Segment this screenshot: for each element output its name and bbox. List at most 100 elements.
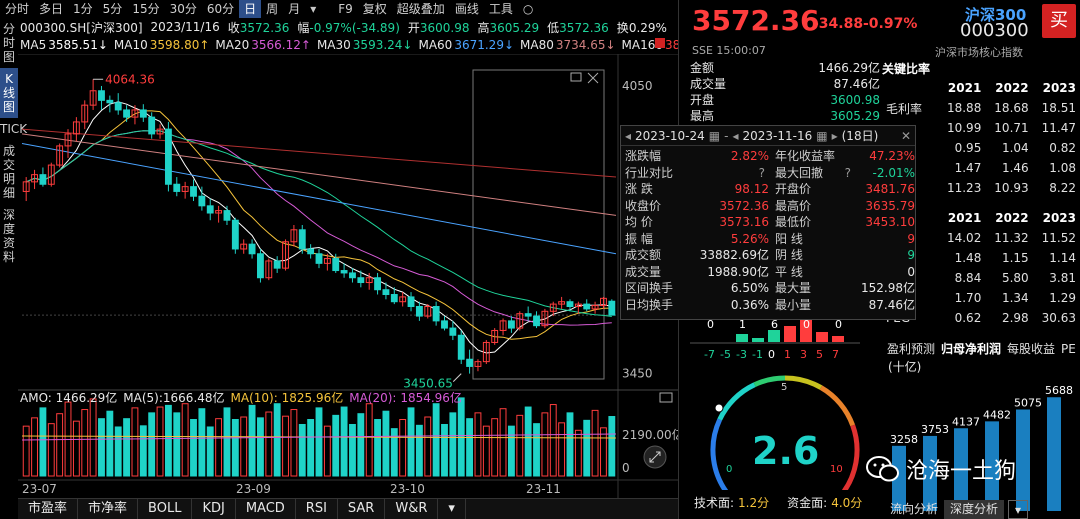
period-tab-8[interactable]: 周: [261, 0, 283, 18]
close-box-icon[interactable]: [587, 72, 599, 84]
buy-button[interactable]: 买: [1042, 4, 1076, 38]
range-stat: 区间换手 6.50%: [625, 280, 775, 297]
ratio-value: 0.95: [954, 141, 982, 155]
low-value: 3572.36: [559, 20, 609, 35]
period-tab-7[interactable]: 日: [239, 0, 262, 18]
candle-body: [307, 248, 315, 255]
help-icon[interactable]: ?: [759, 165, 765, 182]
view-tab-2[interactable]: TICK: [0, 118, 27, 140]
toolbar-action-3[interactable]: 画线: [450, 0, 484, 18]
candlestick-chart[interactable]: 4064.363450.65405034502190.00亿023-07 23-0…: [18, 54, 678, 500]
indicator-tab-0[interactable]: 市盈率: [18, 499, 79, 519]
period-tab-9[interactable]: 月: [283, 0, 305, 18]
stat-row: 最高 3605.29: [690, 108, 880, 124]
ratio-value: 11.32: [994, 231, 1029, 245]
volume-bar: [248, 404, 256, 477]
volume-bar: [81, 409, 89, 477]
indicator-tab-3[interactable]: KDJ: [192, 499, 236, 519]
last-price: 3572.36: [692, 4, 820, 37]
vol-ma5-value: 1666.48亿: [162, 391, 225, 405]
dist-label: 1: [784, 348, 791, 361]
volume-bar: [424, 416, 432, 477]
analysis-dropdown-icon[interactable]: ▾: [1008, 500, 1029, 519]
stat-value: 3605.29: [830, 109, 880, 123]
prev-arrow-icon-2[interactable]: ◂: [732, 126, 738, 146]
indicator-tab-2[interactable]: BOLL: [138, 499, 193, 519]
indicator-tab-7[interactable]: W&R: [385, 499, 439, 519]
volume-bar: [315, 407, 323, 477]
ratio-value: 30.63: [1041, 311, 1076, 325]
indicator-tab-6[interactable]: SAR: [338, 499, 386, 519]
candle-body: [357, 277, 365, 284]
candle-body: [382, 289, 390, 296]
calendar-icon[interactable]: ▦: [709, 126, 720, 146]
quote-stats: 金额 1466.29亿 成交量 87.46亿 开盘 3600.98 最高 3605.29: [690, 60, 880, 124]
period-tab-0[interactable]: 分时: [0, 0, 34, 18]
period-tab-5[interactable]: 30分: [165, 0, 202, 18]
indicator-tab-more-icon[interactable]: ▾: [438, 499, 466, 519]
indicator-circle-icon[interactable]: ○: [518, 0, 538, 18]
high-value: 3605.29: [489, 20, 540, 35]
range-stat-label: 最高价: [775, 198, 812, 213]
indicator-tab-4[interactable]: MACD: [236, 499, 296, 519]
earn-tab-3[interactable]: PE: [1058, 340, 1079, 358]
earn-tab-0[interactable]: 盈利预测: [884, 340, 938, 358]
volume-bar: [123, 418, 131, 477]
view-tab-4[interactable]: 深度资料: [0, 204, 18, 268]
vol-maximize-icon[interactable]: [659, 392, 673, 403]
period-tab-2[interactable]: 1分: [68, 0, 98, 18]
earn-tab-2[interactable]: 每股收益: [1004, 340, 1058, 358]
range-stat: 最大回撤? -2.01%: [775, 165, 921, 182]
range-stat-label: 开盘价: [775, 182, 812, 196]
calendar-icon-2[interactable]: ▦: [816, 126, 827, 146]
candle-body: [114, 102, 122, 111]
toolbar-action-1[interactable]: 复权: [358, 0, 392, 18]
ratio-year: 2021: [947, 81, 982, 95]
candle-body: [441, 320, 448, 329]
ratio-value: 10.93: [994, 181, 1029, 195]
range-stat-label: 收盘价: [625, 198, 662, 213]
indicator-tab-1[interactable]: 市净率: [78, 499, 139, 519]
toolbar-action-0[interactable]: F9: [333, 0, 358, 18]
next-arrow-icon[interactable]: ▸: [832, 126, 838, 146]
view-tab-1[interactable]: K线图: [0, 68, 18, 118]
gauge-arc-segment: [841, 424, 860, 490]
ma-value: 3566.12↑: [251, 38, 311, 52]
volume-bar: [340, 406, 348, 477]
left-view-tabs: 分时图 K线图 TICK 成交明细 深度资料: [0, 18, 27, 498]
amo-value: 1466.29亿: [55, 391, 118, 405]
gauge-min: 0: [726, 464, 732, 475]
ma-settings-icon[interactable]: [655, 38, 665, 48]
indicator-tab-5[interactable]: RSI: [296, 499, 338, 519]
x-tick: 23-10: [390, 482, 425, 496]
view-tab-3[interactable]: 成交明细: [0, 140, 18, 204]
dist-bar: [736, 334, 748, 342]
ratio-value: 1.34: [1001, 291, 1029, 305]
range-start[interactable]: 2023-10-24: [635, 126, 705, 146]
ma-label: MA20: [215, 38, 250, 52]
view-tab-0[interactable]: 分时图: [0, 18, 18, 68]
period-tab-6[interactable]: 60分: [202, 0, 239, 18]
volume-bar: [282, 415, 289, 477]
more-periods-dropdown-icon[interactable]: ▾: [305, 0, 321, 18]
analysis-tab-1[interactable]: 深度分析: [944, 500, 1005, 519]
period-tab-1[interactable]: 多日: [34, 0, 68, 18]
range-end[interactable]: 2023-11-16: [743, 126, 813, 146]
stat-label: 开盘: [690, 93, 715, 107]
prev-arrow-icon[interactable]: ◂: [625, 126, 631, 146]
period-tab-3[interactable]: 5分: [98, 0, 128, 18]
toolbar-action-2[interactable]: 超级叠加: [392, 0, 450, 18]
earn-bar-label: 4482: [983, 408, 1011, 421]
range-selection-box[interactable]: [472, 69, 605, 380]
period-tab-4[interactable]: 15分: [127, 0, 164, 18]
analysis-tab-0[interactable]: 流向分析: [884, 500, 944, 519]
toolbar-action-4[interactable]: 工具: [484, 0, 518, 18]
range-stats-popup[interactable]: ◂ 2023-10-24 ▦ - ◂ 2023-11-16 ▦ ▸ (18日) …: [620, 125, 916, 320]
close-icon[interactable]: ✕: [901, 126, 911, 146]
help-icon-2[interactable]: ?: [845, 165, 851, 182]
candle-body: [173, 183, 181, 192]
earn-tab-1[interactable]: 归母净利润: [938, 340, 1004, 358]
range-stat: 均 价 3573.16: [625, 214, 775, 231]
maximize-icon[interactable]: [570, 72, 582, 82]
ratio-value: 11.47: [1041, 121, 1076, 135]
